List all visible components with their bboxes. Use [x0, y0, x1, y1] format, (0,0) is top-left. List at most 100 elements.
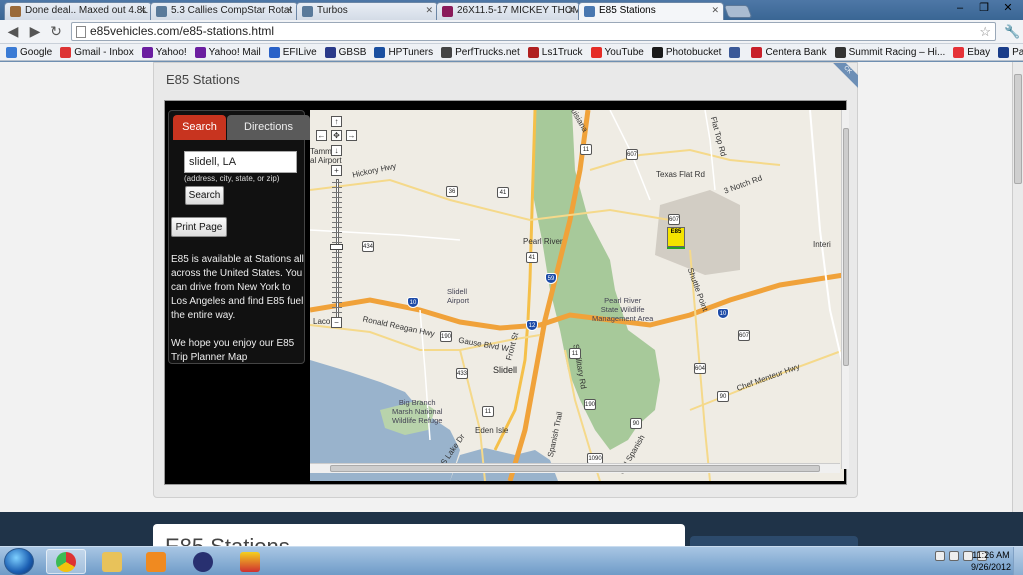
bookmark-item[interactable]: HPTuners — [374, 44, 433, 60]
taskbar-app-1[interactable] — [183, 549, 223, 574]
tab-favicon-icon — [10, 6, 21, 17]
browser-tab-1[interactable]: Done deal.. Maxed out 4.8L ✕ — [4, 2, 152, 20]
zoom-in-icon[interactable]: + — [331, 165, 342, 176]
zoom-slider-handle[interactable] — [330, 244, 343, 250]
pan-right-icon[interactable]: → — [346, 130, 357, 141]
pan-up-icon[interactable]: ↑ — [331, 116, 342, 127]
map-label: Pearl River State Wildlife Management Ar… — [592, 296, 654, 323]
tray-arrow-icon[interactable] — [935, 551, 945, 561]
bookmark-item[interactable]: Yahoo! — [141, 44, 187, 60]
pan-center-icon[interactable]: ✥ — [331, 130, 342, 141]
route-shield: 36 — [446, 186, 458, 197]
taskbar-explorer[interactable] — [92, 549, 132, 574]
scroll-thumb[interactable] — [843, 128, 849, 366]
show-desktop-button[interactable] — [1013, 547, 1023, 575]
close-icon[interactable]: ✕ — [425, 5, 433, 16]
wrench-menu-icon[interactable]: 🔧 — [1004, 24, 1020, 40]
bookmark-item[interactable]: Summit Racing – Hi... — [834, 44, 945, 60]
corner-ribbon[interactable]: CK — [832, 63, 858, 89]
pan-down-icon[interactable]: ↓ — [331, 145, 342, 156]
browser-toolbar: ◀ ▶ ↻ e85vehicles.com/e85-stations.html … — [0, 20, 1023, 44]
bookmark-item[interactable]: Google — [6, 44, 52, 60]
bookmark-item[interactable]: GBSB — [324, 44, 366, 60]
bookmark-item[interactable]: PayPal — [998, 44, 1023, 60]
close-icon[interactable]: ✕ — [711, 5, 719, 16]
scroll-thumb[interactable] — [1014, 74, 1022, 184]
browser-tab-5[interactable]: E85 Stations ✕ — [578, 2, 724, 20]
bookmark-item[interactable]: EFILive — [268, 44, 317, 60]
browser-tab-2[interactable]: 5.3 Callies CompStar Rotat ✕ — [150, 2, 298, 20]
map-label: Slidell — [493, 365, 518, 375]
bookmark-item[interactable]: Yahoo! Mail — [194, 44, 261, 60]
map-vertical-scrollbar[interactable] — [841, 110, 849, 469]
bookmark-label: Ebay — [967, 46, 991, 58]
bookmark-item[interactable]: Gmail - Inbox — [60, 44, 134, 60]
bookmark-label: PerfTrucks.net — [455, 46, 520, 58]
taskbar-app-2[interactable] — [230, 549, 270, 574]
tab-search[interactable]: Search — [173, 115, 226, 140]
start-button[interactable] — [4, 548, 34, 575]
tab-favicon-icon — [302, 6, 313, 17]
bookmark-favicon-icon — [834, 46, 846, 58]
lower-page-section: E85 Stations — [0, 512, 1023, 546]
browser-tab-3[interactable]: Turbos ✕ — [296, 2, 438, 20]
print-page-button[interactable]: Print Page — [171, 217, 227, 237]
bookmark-item[interactable]: YouTube — [590, 44, 644, 60]
maximize-button[interactable]: ❐ — [973, 0, 995, 16]
tray-flag-icon[interactable] — [949, 551, 959, 561]
bookmark-label: Photobucket — [665, 46, 722, 58]
bookmark-item[interactable]: PerfTrucks.net — [441, 44, 520, 60]
map-label: Slidell Airport — [447, 287, 470, 305]
tab-favicon-icon — [584, 6, 595, 17]
close-window-button[interactable]: ✕ — [997, 0, 1019, 16]
browser-tab-4[interactable]: 26X11.5-17 MICKEY THOM ✕ — [436, 2, 580, 20]
ribbon-label: CK — [832, 63, 858, 89]
pan-left-icon[interactable]: ← — [316, 130, 327, 141]
taskbar-chrome[interactable] — [46, 549, 86, 574]
bookmark-item[interactable]: Ebay — [953, 44, 990, 60]
route-shield: 41 — [497, 187, 509, 198]
page-title: E85 Stations — [166, 72, 240, 87]
e85-station-marker[interactable]: E85 — [667, 227, 685, 249]
scroll-thumb[interactable] — [330, 465, 820, 472]
window-controls: – ❐ ✕ — [949, 0, 1019, 16]
zoom-out-icon[interactable]: − — [331, 317, 342, 328]
close-icon[interactable]: ✕ — [139, 5, 147, 16]
bookmark-favicon-icon — [194, 46, 206, 58]
close-icon[interactable]: ✕ — [285, 5, 293, 16]
route-shield: 607 — [738, 330, 750, 341]
bookmark-favicon-icon — [141, 46, 153, 58]
map-canvas[interactable]: Tamm al Airport Hickory Hwy Texas Flat R… — [310, 110, 844, 481]
zoom-tick — [332, 267, 342, 268]
bookmark-item[interactable]: Photobucket — [651, 44, 722, 60]
page-scrollbar[interactable] — [1012, 62, 1023, 512]
clock[interactable]: 11:26 AM 9/26/2012 — [971, 549, 1011, 573]
back-arrow-icon[interactable]: ◀ — [5, 23, 21, 39]
tab-directions[interactable]: Directions — [227, 115, 310, 140]
forward-arrow-icon[interactable]: ▶ — [27, 23, 43, 39]
bookmark-favicon-icon — [441, 46, 453, 58]
taskbar-media[interactable] — [136, 549, 176, 574]
bookmark-item[interactable]: Ls1Truck — [527, 44, 583, 60]
search-button[interactable]: Search — [185, 186, 224, 205]
address-bar[interactable]: e85vehicles.com/e85-stations.html ☆ — [71, 22, 996, 41]
address-input[interactable] — [184, 151, 297, 173]
bookmark-star-icon[interactable]: ☆ — [979, 23, 991, 40]
promo-text: E85 is available at Stations all across … — [171, 253, 304, 379]
zoom-tick — [332, 237, 342, 238]
map-horizontal-scrollbar[interactable] — [310, 463, 840, 473]
close-icon[interactable]: ✕ — [567, 5, 575, 16]
zoom-tick — [332, 277, 342, 278]
bookmark-item[interactable]: Centera Bank — [751, 44, 827, 60]
zoom-tick — [332, 212, 342, 213]
bookmark-item[interactable] — [729, 44, 743, 60]
minimize-button[interactable]: – — [949, 0, 971, 16]
zoom-slider-track[interactable] — [336, 179, 339, 321]
bookmark-label: EFILive — [282, 46, 317, 58]
new-tab-button[interactable] — [723, 5, 753, 18]
zoom-tick — [332, 202, 342, 203]
map-label: Texas Flat Rd — [656, 170, 705, 179]
reload-icon[interactable]: ↻ — [48, 23, 64, 39]
bookmark-favicon-icon — [324, 46, 336, 58]
route-shield: 90 — [717, 391, 729, 402]
